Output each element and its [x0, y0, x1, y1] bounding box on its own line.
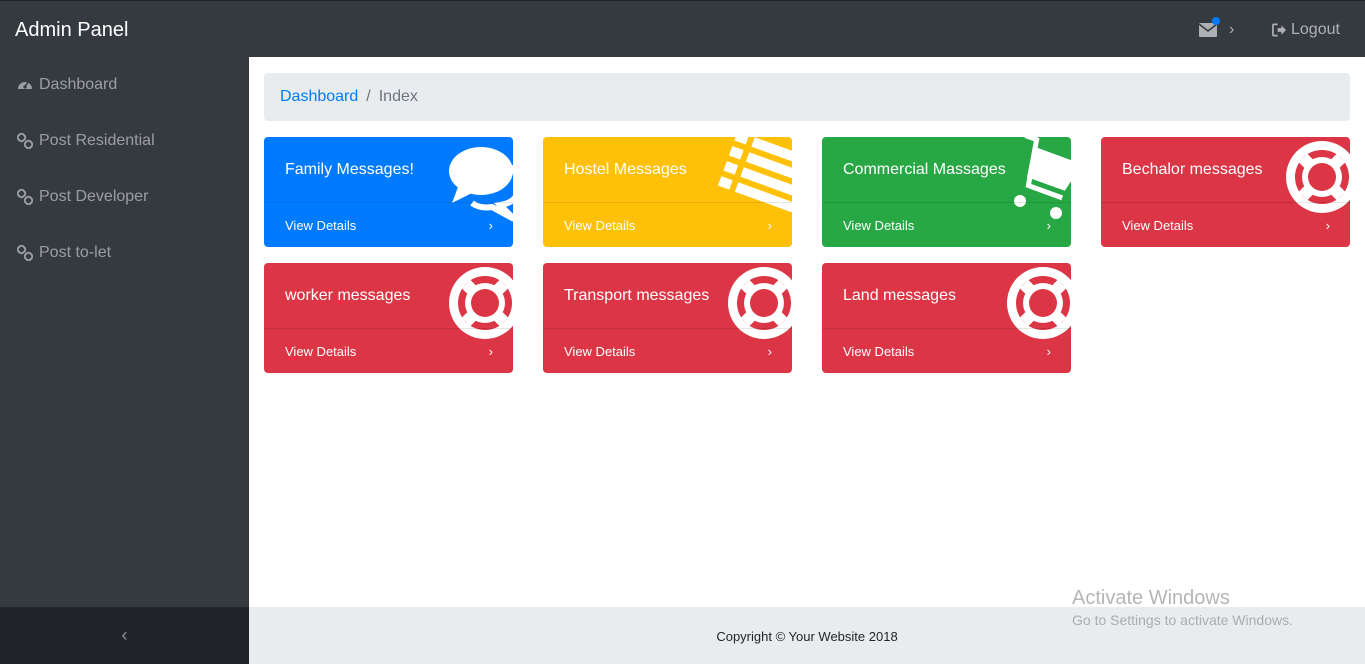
- link-icon: [17, 133, 33, 149]
- chevron-right-icon: ›: [1325, 217, 1330, 233]
- link-icon: [17, 189, 33, 205]
- breadcrumb: Dashboard / Index: [264, 73, 1350, 121]
- sign-out-icon: [1272, 23, 1287, 37]
- chevron-left-icon: ‹: [121, 625, 128, 645]
- chevron-right-icon: ›: [767, 217, 772, 233]
- card-title: worker messages: [285, 287, 411, 304]
- breadcrumb-separator: /: [366, 88, 371, 105]
- view-details-label: View Details: [1122, 217, 1194, 233]
- chevron-right-icon: ›: [488, 343, 493, 359]
- card-land-messages: Land messages View Details ›: [822, 263, 1071, 373]
- sidebar-item-label: Post Developer: [39, 188, 149, 205]
- logout-link[interactable]: Logout: [1272, 21, 1340, 39]
- breadcrumb-current: Index: [378, 88, 418, 105]
- link-icon: [17, 245, 33, 261]
- chevron-right-icon: ›: [1046, 343, 1051, 359]
- notification-dot: [1212, 17, 1220, 25]
- card-title: Land messages: [843, 287, 956, 304]
- view-details-link[interactable]: View Details ›: [264, 202, 513, 247]
- sidebar-item-dashboard[interactable]: Dashboard: [17, 73, 117, 97]
- chevron-right-icon: ›: [488, 217, 493, 233]
- top-navbar: Admin Panel › Logout: [0, 0, 1365, 57]
- view-details-label: View Details: [843, 343, 915, 359]
- tachometer-icon: [18, 81, 32, 89]
- card-hostel-messages: Hostel Messages View Details ›: [543, 137, 792, 247]
- sidebar-item-label: Post to-let: [39, 244, 112, 261]
- watermark-title: Activate Windows: [1072, 587, 1230, 609]
- sidebar-toggle-button[interactable]: ‹: [0, 607, 249, 664]
- watermark-subtitle: Go to Settings to activate Windows.: [1072, 612, 1293, 628]
- logout-label: Logout: [1291, 21, 1340, 38]
- view-details-label: View Details: [564, 343, 636, 359]
- view-details-label: View Details: [285, 343, 357, 359]
- activate-windows-watermark: Activate Windows Go to Settings to activ…: [1072, 587, 1293, 628]
- chevron-right-icon: ›: [767, 343, 772, 359]
- card-worker-messages: worker messages View Details ›: [264, 263, 513, 373]
- breadcrumb-link-dashboard[interactable]: Dashboard: [280, 88, 358, 106]
- view-details-label: View Details: [564, 217, 636, 233]
- view-details-label: View Details: [843, 217, 915, 233]
- card-bechalor-messages: Bechalor messages View Details ›: [1101, 137, 1350, 247]
- chevron-right-icon: ›: [1046, 217, 1051, 233]
- view-details-link[interactable]: View Details ›: [1101, 202, 1350, 247]
- brand-title[interactable]: Admin Panel: [15, 19, 128, 42]
- view-details-link[interactable]: View Details ›: [543, 202, 792, 247]
- view-details-link[interactable]: View Details ›: [822, 328, 1071, 373]
- card-title: Family Messages!: [285, 161, 414, 178]
- view-details-label: View Details: [285, 217, 357, 233]
- view-details-link[interactable]: View Details ›: [543, 328, 792, 373]
- card-family-messages: Family Messages! View Details ›: [264, 137, 513, 247]
- card-transport-messages: Transport messages View Details ›: [543, 263, 792, 373]
- sidebar-item-label: Dashboard: [39, 76, 118, 93]
- card-title: Transport messages: [564, 287, 710, 304]
- sidebar: Dashboard Post Residential Post Develope…: [0, 57, 249, 607]
- sidebar-item-post-to-let[interactable]: Post to-let: [17, 241, 111, 265]
- card-title: Commercial Massages: [843, 161, 1006, 178]
- view-details-link[interactable]: View Details ›: [264, 328, 513, 373]
- copyright-text: Copyright © Your Website 2018: [716, 629, 898, 644]
- sidebar-item-post-developer[interactable]: Post Developer: [17, 185, 148, 209]
- chevron-right-icon[interactable]: ›: [1229, 21, 1234, 39]
- view-details-link[interactable]: View Details ›: [822, 202, 1071, 247]
- sidebar-item-post-residential[interactable]: Post Residential: [17, 129, 155, 153]
- card-title: Bechalor messages: [1122, 161, 1263, 178]
- card-title: Hostel Messages: [564, 161, 687, 178]
- sidebar-item-label: Post Residential: [39, 132, 155, 149]
- card-commercial-massages: Commercial Massages View Details ›: [822, 137, 1071, 247]
